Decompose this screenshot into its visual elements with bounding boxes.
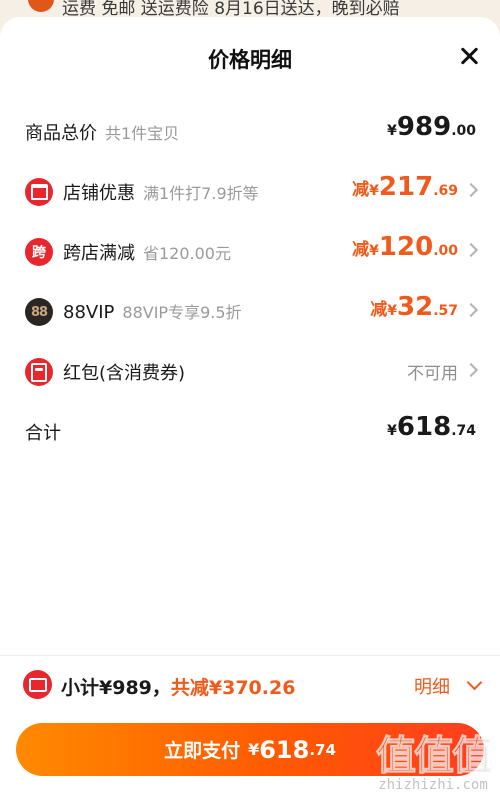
currency-symbol: ¥	[369, 183, 379, 199]
sum-label: 合计	[25, 423, 61, 444]
amount-decimal: .57	[433, 303, 458, 319]
cross-store-icon-text: 跨	[32, 245, 46, 261]
cross-store-saving: 省120.00元	[143, 244, 231, 263]
red-packet-status: 不可用	[407, 364, 458, 384]
vip-icon: 88	[25, 298, 53, 326]
amount-integer: 618	[396, 412, 452, 442]
vip-icon-text: 88	[30, 304, 48, 320]
amount-decimal: .00	[433, 243, 458, 259]
cross-store-title: 跨店满减	[63, 243, 135, 264]
cross-store-amount: 减¥120.00	[352, 232, 458, 262]
amount-integer: 120	[378, 232, 434, 262]
row-goods-total: 商品总价 共1件宝贝 ¥989.00	[0, 105, 500, 155]
amount-decimal: .74	[309, 740, 336, 759]
row-cross-store-discount[interactable]: 跨 跨店满减 省120.00元 减¥120.00	[0, 225, 500, 275]
currency-symbol: ¥	[387, 423, 397, 439]
chevron-down-icon[interactable]	[466, 674, 483, 691]
goods-total-title: 商品总价	[25, 123, 97, 144]
subtotal-text: 小计¥989，	[61, 677, 171, 699]
chevron-right-icon	[463, 242, 479, 258]
currency-symbol: ¥	[387, 303, 397, 319]
coupon-ticket-icon	[23, 670, 52, 699]
vip-rule: 88VIP专享9.5折	[122, 303, 242, 322]
row-shop-discount[interactable]: 店铺优惠 满1件打7.9折等 减¥217.69	[0, 165, 500, 215]
row-red-packet[interactable]: 红包(含消费券) 不可用	[0, 345, 500, 395]
shop-icon	[25, 178, 53, 206]
chevron-right-icon	[463, 302, 479, 318]
amount-integer: 618	[259, 735, 310, 764]
amount-integer: 217	[378, 172, 434, 202]
red-packet-label: 红包(含消费券)	[63, 363, 186, 384]
watermark-url: zhizhizhi.com	[378, 777, 488, 793]
watermark-logo: 值值值	[376, 733, 493, 779]
cross-store-icon: 跨	[25, 238, 53, 266]
currency-symbol: ¥	[387, 123, 397, 139]
goods-total-label: 商品总价 共1件宝贝	[25, 119, 179, 145]
vip-amount: 减¥32.57	[370, 292, 458, 322]
amount-integer: 32	[397, 292, 434, 322]
chevron-right-icon	[463, 182, 479, 198]
subtotal-summary: 小计¥989，共减¥370.26	[61, 673, 295, 700]
shop-discount-rule: 满1件打7.9折等	[143, 184, 259, 203]
shop-discount-amount: 减¥217.69	[352, 172, 458, 202]
amount-integer: 989	[396, 112, 452, 142]
reduce-prefix: 减	[352, 180, 370, 200]
chevron-right-icon	[463, 362, 479, 378]
currency-symbol: ¥	[248, 740, 260, 759]
checkout-footer: 小计¥989，共减¥370.26 明细 立即支付 ¥618.74 值值值 zhiz…	[0, 655, 500, 797]
shop-discount-label: 店铺优惠 满1件打7.9折等	[63, 179, 259, 205]
total-reduce-text: 共减¥370.26	[170, 677, 296, 699]
pay-now-label: 立即支付	[164, 740, 241, 762]
reduce-prefix: 减	[370, 300, 388, 320]
reduce-prefix: 减	[352, 240, 370, 260]
vip-title: 88VIP	[63, 302, 115, 323]
vip-label: 88VIP 88VIP专享9.5折	[63, 299, 242, 323]
sheet-title: 价格明细	[208, 48, 292, 72]
delivery-icon	[28, 0, 54, 12]
shop-discount-title: 店铺优惠	[63, 183, 135, 204]
row-sum: 合计 ¥618.74	[0, 405, 500, 455]
row-88vip-discount[interactable]: 88 88VIP 88VIP专享9.5折 减¥32.57	[0, 285, 500, 335]
goods-total-amount: ¥989.00	[387, 112, 476, 142]
amount-decimal: .00	[451, 123, 476, 139]
close-icon[interactable]	[458, 45, 480, 67]
watermark: 值值值 zhizhizhi.com	[376, 733, 493, 794]
detail-toggle-button[interactable]: 明细	[414, 673, 450, 699]
amount-decimal: .69	[433, 183, 458, 199]
goods-total-count: 共1件宝贝	[105, 124, 180, 143]
red-packet-icon	[25, 358, 53, 386]
currency-symbol: ¥	[369, 243, 379, 259]
cross-store-label: 跨店满减 省120.00元	[63, 239, 231, 265]
sum-amount: ¥618.74	[387, 412, 476, 442]
amount-decimal: .74	[451, 423, 476, 439]
